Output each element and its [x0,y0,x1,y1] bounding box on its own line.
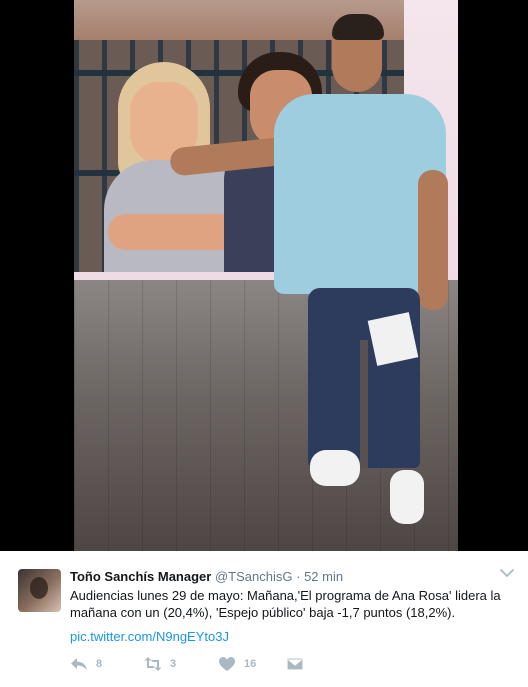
tweet-header: Toño Sanchís Manager @TSanchisG · 52 min [70,569,343,584]
host-shoe [390,470,424,524]
host-arm [418,170,448,310]
tweet: Toño Sanchís Manager @TSanchisG · 52 min… [0,551,528,687]
reply-button[interactable]: 8 [70,655,102,673]
retweet-count: 3 [170,658,177,670]
tweet-media-link[interactable]: pic.twitter.com/N9ngEYto3J [70,628,510,645]
separator-dot: · [296,569,301,584]
tweet-photo[interactable] [74,0,458,551]
avatar[interactable] [18,569,61,612]
host-hair [332,14,384,40]
host-shoe [310,450,360,486]
host-leg-gap [360,340,368,468]
chevron-down-icon[interactable] [500,568,514,578]
heart-icon [219,657,235,671]
like-button[interactable]: 16 [218,655,256,673]
retweet-button[interactable]: 3 [144,655,176,673]
tweet-text: Audiencias lunes 29 de mayo: Mañana,'El … [70,588,501,620]
user-handle[interactable]: @TSanchisG [215,569,293,584]
tweet-media[interactable] [0,0,528,551]
retweet-icon [144,657,162,671]
tweet-text-block: Audiencias lunes 29 de mayo: Mañana,'El … [70,587,510,645]
like-count: 16 [244,658,257,670]
user-fullname[interactable]: Toño Sanchís Manager [70,569,211,584]
envelope-icon [286,657,304,671]
reply-icon [71,658,87,670]
message-button[interactable] [286,655,312,673]
tweet-timestamp[interactable]: 52 min [304,569,343,584]
reply-count: 8 [96,658,103,670]
tweet-actions: 8 3 16 [70,655,390,673]
